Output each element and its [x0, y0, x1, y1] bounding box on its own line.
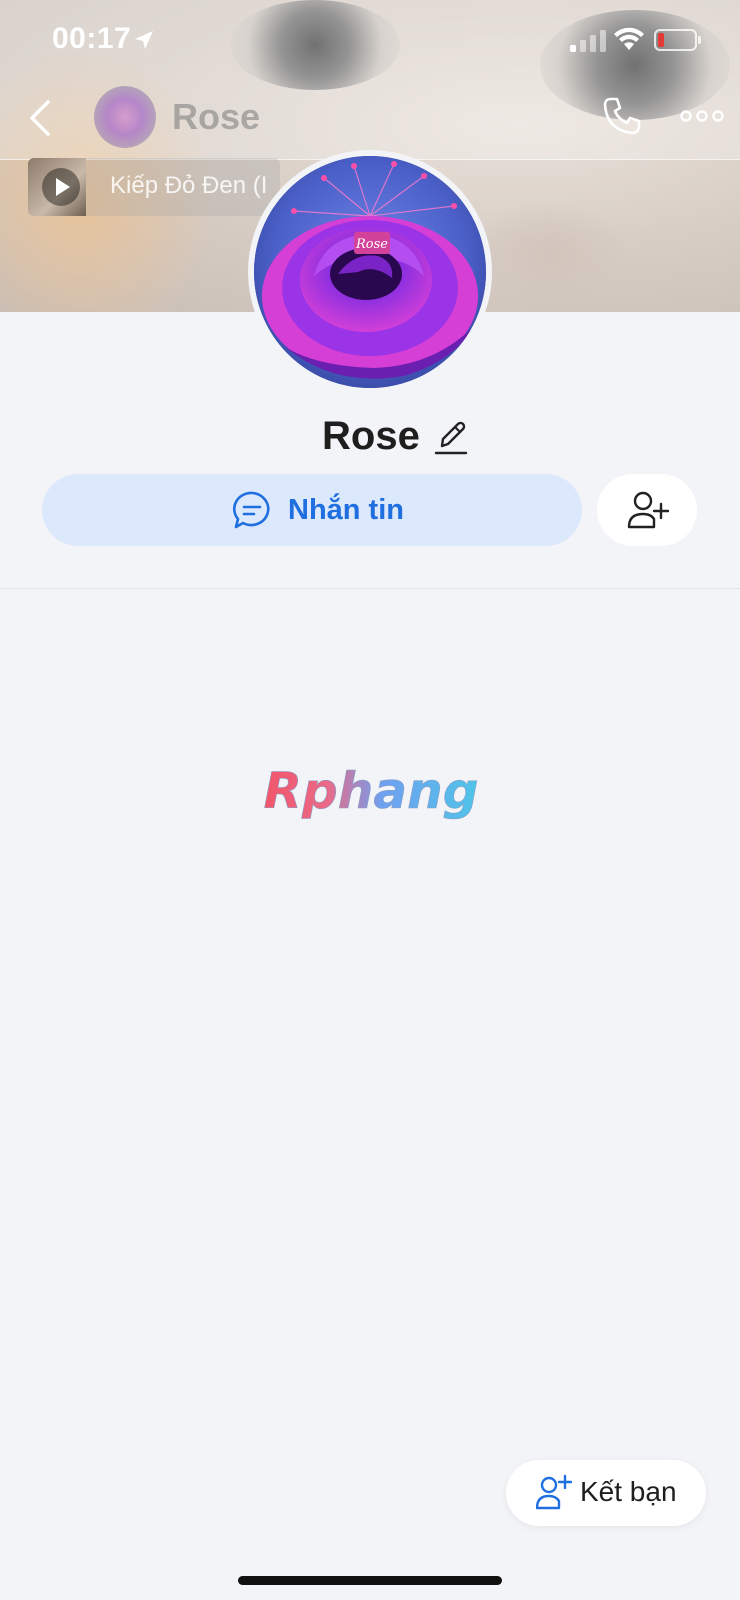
phone-icon[interactable] [602, 96, 642, 136]
section-divider [0, 588, 740, 589]
chat-bubble-icon [233, 491, 270, 529]
play-icon[interactable] [42, 168, 80, 206]
rose-picture: Rose [254, 156, 486, 388]
profile-avatar[interactable]: Rose [248, 150, 492, 394]
header-avatar [94, 86, 156, 148]
message-button[interactable]: Nhắn tin [42, 474, 582, 546]
location-arrow-icon [135, 31, 153, 49]
status-bar: 00:17 [0, 0, 740, 80]
music-title: Kiếp Đỏ Đen (I [110, 172, 268, 199]
edit-pencil-icon[interactable] [434, 418, 468, 456]
cover-shade [470, 200, 630, 310]
more-options-icon[interactable] [680, 106, 724, 126]
profile-name: Rose [322, 414, 420, 458]
add-friend-button[interactable]: Kết bạn [506, 1460, 706, 1526]
back-chevron-icon[interactable] [26, 96, 56, 140]
watermark-text: Rphang [263, 764, 478, 820]
wifi-icon [614, 27, 644, 50]
watermark-logo: Rphang [263, 764, 479, 820]
battery-icon [654, 29, 701, 51]
status-time: 00:17 [52, 22, 132, 55]
header-title: Rose [172, 96, 261, 137]
add-user-icon [536, 1474, 572, 1510]
add-friend-button-label: Kết bạn [580, 1476, 677, 1507]
profile-music[interactable]: Kiếp Đỏ Đen (I [28, 158, 280, 216]
add-friend-icon-button[interactable] [597, 474, 697, 546]
message-button-label: Nhắn tin [288, 494, 404, 526]
home-indicator [238, 1576, 502, 1585]
avatar-caption: Rose [355, 237, 388, 252]
add-user-icon [627, 491, 669, 529]
cellular-signal-icon [570, 30, 606, 52]
